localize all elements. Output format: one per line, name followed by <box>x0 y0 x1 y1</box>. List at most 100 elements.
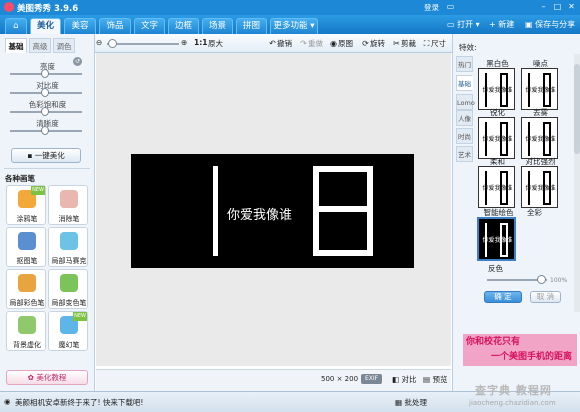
effect-smart-color-selected[interactable]: 智能绘色 你爱我像谁 <box>477 208 516 261</box>
preview-button[interactable]: ▤ 预览 <box>423 374 447 385</box>
new-label: 新建 <box>498 20 515 29</box>
pen-label: 局部马赛克 <box>51 257 87 265</box>
slider-handle[interactable] <box>41 88 49 97</box>
effect-noise[interactable]: 噪点 你爱我像谁 <box>521 59 558 110</box>
tab-lomo[interactable]: Lomo <box>456 94 475 110</box>
pen-magic[interactable]: NEW 魔幻笔 <box>48 311 88 351</box>
pen-doodle[interactable]: NEW 涂鸦笔 <box>6 185 46 225</box>
tutorial-button[interactable]: ✿ 美化教程 <box>6 370 88 385</box>
exif-button[interactable]: EXIF <box>361 374 382 384</box>
tab-more[interactable]: 更多功能 ▾ <box>270 18 318 34</box>
new-button[interactable]: + 新建 <box>489 18 514 32</box>
confirm-button[interactable]: 确 定 <box>484 291 522 303</box>
home-tab[interactable]: ⌂ <box>5 18 27 34</box>
pen-eraser[interactable]: 消除笔 <box>48 185 88 225</box>
pen-mosaic[interactable]: 局部马赛克 <box>48 227 88 267</box>
zoom-slider-handle[interactable] <box>108 39 117 48</box>
undo-icon: ↶ <box>269 39 276 48</box>
pen-local-recolor[interactable]: 局部变色笔 <box>48 269 88 309</box>
effect-name-fullcolor[interactable]: 全彩 <box>527 207 542 218</box>
banner-text: 你和校花只有 <box>466 337 521 347</box>
crop-button[interactable]: ✂剪裁 <box>392 38 416 49</box>
selected-effect-name: 反色 <box>488 264 503 273</box>
undo-button[interactable]: ↶撤销 <box>268 38 292 49</box>
pen-label: 涂鸦笔 <box>16 215 38 223</box>
save-share-button[interactable]: ▣ 保存与分享 <box>525 18 575 32</box>
effect-thumb-text: 你爱我像谁 <box>482 185 513 192</box>
pen-local-color[interactable]: 局部彩色笔 <box>6 269 46 309</box>
scrollbar-thumb[interactable] <box>574 64 580 154</box>
effects-label: 特效: <box>459 43 477 52</box>
ad-banner[interactable]: 你和校花只有 一个美图手机的距离 <box>463 334 577 366</box>
tab-collage[interactable]: 拼图 <box>236 18 267 34</box>
effect-name: 对比强烈 <box>525 157 556 166</box>
tab-color[interactable]: 调色 <box>53 38 75 53</box>
opacity-slider-handle[interactable] <box>537 275 546 284</box>
tab-beautify[interactable]: 美化 <box>30 18 61 34</box>
open-button[interactable]: ▭ 打开 ▾ <box>447 18 480 32</box>
auto-beautify-label: 一键美化 <box>34 151 65 160</box>
zoom-out-icon[interactable]: ⊖ <box>96 38 102 47</box>
minimize-mode-icon[interactable]: ▭ <box>445 2 456 12</box>
effect-dehaze[interactable]: 去雾 你爱我像谁 <box>521 108 558 159</box>
slider-handle[interactable] <box>41 69 49 78</box>
slider-handle[interactable] <box>41 126 49 135</box>
effect-thumb-text: 你爱我像谁 <box>525 87 556 94</box>
redo-label: 重做 <box>308 39 323 48</box>
effect-name: 去雾 <box>533 108 548 117</box>
tab-basic[interactable]: 基础 <box>5 38 27 53</box>
pen-cutout[interactable]: 抠图笔 <box>6 227 46 267</box>
banner-text-2: 一个美图手机的距离 <box>491 352 573 362</box>
new-badge: NEW <box>73 312 87 321</box>
original-image-label: 原图 <box>338 39 353 48</box>
effect-soft[interactable]: 柔和 你爱我像谁 <box>478 157 515 208</box>
tab-art[interactable]: 艺术 <box>456 146 473 162</box>
image-dimensions: 500 × 200 <box>321 375 359 383</box>
tutorial-label: 美化教程 <box>36 373 67 382</box>
tab-frames[interactable]: 边框 <box>168 18 199 34</box>
zoom-ratio[interactable]: 1:1 <box>194 38 207 47</box>
pen-label: 局部彩色笔 <box>9 299 45 307</box>
divider <box>4 168 90 169</box>
batch-button[interactable]: ▦ 批处理 <box>395 397 427 408</box>
main-menu-bar: ⌂ 美化 美容 饰品 文字 边框 场景 拼图 更多功能 ▾ ▭ 打开 ▾ + 新… <box>0 15 580 34</box>
maximize-icon[interactable]: □ <box>552 2 563 12</box>
close-icon[interactable]: ✕ <box>566 2 577 12</box>
tab-portrait[interactable]: 人像 <box>456 110 473 126</box>
watermark: 查字典 教程网 <box>475 384 552 397</box>
tab-accessories[interactable]: 饰品 <box>99 18 131 34</box>
compare-button[interactable]: ◧ 对比 <box>392 374 416 385</box>
tab-basic-effects[interactable]: 基础 <box>456 75 473 91</box>
original-size-button[interactable]: 原大 <box>208 38 223 49</box>
effect-sharpen[interactable]: 锐化 你爱我像谁 <box>478 108 515 159</box>
auto-beautify-button[interactable]: ▪ 一键美化 <box>11 148 81 163</box>
plus-icon: + <box>489 20 499 29</box>
minimize-icon[interactable]: – <box>538 2 549 12</box>
effect-thumb-text: 你爱我像谁 <box>525 136 556 143</box>
tab-text[interactable]: 文字 <box>134 18 165 34</box>
effects-scrollbar[interactable] <box>574 54 580 312</box>
app-title: 美图秀秀 3.9.6 <box>17 4 79 14</box>
size-button[interactable]: ⛶ 尺寸 <box>422 38 446 49</box>
zoom-in-icon[interactable]: ⊕ <box>181 38 187 47</box>
effect-thumb-text: 你爱我像谁 <box>482 237 513 244</box>
eraser-icon <box>60 190 78 208</box>
zoom-slider-track[interactable] <box>107 43 179 45</box>
login-link[interactable]: 登录 <box>424 2 439 13</box>
notice-link[interactable]: 美颜相机安卓新终于来了! 快来下载吧! <box>15 397 143 408</box>
pen-bg-blur[interactable]: 背景虚化 <box>6 311 46 351</box>
effect-black-white[interactable]: 黑白色 你爱我像谁 <box>478 59 515 110</box>
tab-advanced[interactable]: 高级 <box>29 38 51 53</box>
tab-face[interactable]: 美容 <box>64 18 96 34</box>
redo-button[interactable]: ↷重做 <box>299 38 323 49</box>
original-image-button[interactable]: ◉原图 <box>329 38 353 49</box>
effect-high-contrast[interactable]: 对比强烈 你爱我像谁 <box>521 157 558 208</box>
slider-handle[interactable] <box>41 107 49 116</box>
tab-scenes[interactable]: 场景 <box>202 18 233 34</box>
tab-fashion[interactable]: 时尚 <box>456 128 473 144</box>
rotate-button[interactable]: ⟳旋转 <box>361 38 385 49</box>
tab-popular[interactable]: 热门 <box>456 56 473 72</box>
cancel-button[interactable]: 取 消 <box>530 291 561 303</box>
title-bar: 美图秀秀 3.9.6 登录 ▭ – □ ✕ <box>0 0 580 15</box>
redo-icon: ↷ <box>300 39 307 48</box>
